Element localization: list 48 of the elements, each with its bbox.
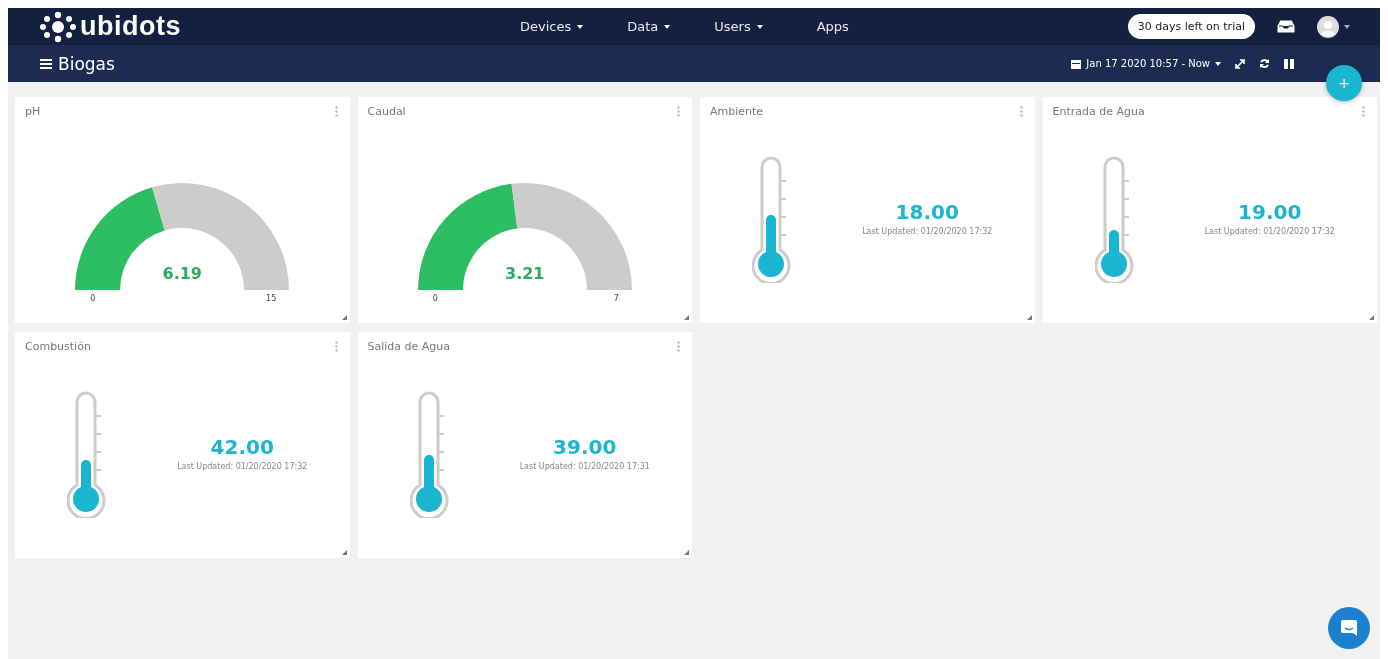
temperature-value: 18.00 — [895, 199, 959, 224]
resize-handle-icon[interactable] — [684, 550, 689, 555]
brand-name: ubidots — [80, 11, 181, 42]
inbox-icon[interactable] — [1277, 20, 1295, 33]
nav-menu-link[interactable]: Devices — [520, 19, 584, 34]
last-updated-text: Last Updated: 01/20/2020 17:32 — [862, 226, 993, 236]
menu-icon[interactable] — [40, 58, 52, 69]
resize-handle-icon[interactable] — [1026, 315, 1032, 320]
gauge-max-label: 15 — [266, 294, 277, 303]
caret-icon — [1215, 61, 1221, 66]
refresh-icon[interactable] — [1259, 58, 1270, 69]
caret-icon — [577, 24, 584, 29]
last-updated-text: Last Updated: 01/20/2020 17:31 — [519, 461, 650, 471]
widget-title: pH — [25, 105, 41, 118]
calendar-icon — [1071, 58, 1082, 69]
resize-handle-icon[interactable] — [341, 550, 347, 555]
widget-title: Entrada de Agua — [1052, 105, 1145, 118]
gauge-min-label: 0 — [90, 294, 96, 303]
widget-title: Salida de Agua — [367, 340, 451, 353]
gauge-max-label: 7 — [613, 294, 619, 303]
caret-icon — [664, 24, 671, 29]
dashboard-title: Biogas — [58, 53, 115, 74]
last-updated-text: Last Updated: 01/20/2020 17:32 — [1204, 226, 1335, 236]
nav-menu-link[interactable]: Data — [627, 19, 671, 34]
resize-handle-icon[interactable] — [684, 315, 689, 320]
pause-icon[interactable] — [1284, 58, 1294, 69]
last-updated-text: Last Updated: 01/20/2020 17:32 — [177, 461, 308, 471]
date-range-picker[interactable]: Jan 17 2020 10:57 - Now — [1071, 58, 1221, 69]
widget-title: Caudal — [367, 105, 406, 118]
trial-badge[interactable]: 30 days left on trial — [1127, 14, 1255, 39]
gauge-value: 3.21 — [505, 264, 545, 283]
resize-handle-icon[interactable] — [341, 315, 347, 320]
resize-handle-icon[interactable] — [1369, 315, 1374, 320]
nav-menu-link[interactable]: Users — [714, 19, 763, 34]
caret-icon[interactable] — [1344, 24, 1350, 29]
temperature-value: 19.00 — [1238, 199, 1302, 224]
logo-icon — [40, 10, 76, 43]
chat-icon — [1340, 619, 1358, 637]
nav-menu-link[interactable]: Apps — [816, 19, 849, 34]
gauge-min-label: 0 — [432, 294, 438, 303]
gauge-value: 6.19 — [162, 264, 202, 283]
widget-title: Combustión — [25, 340, 91, 353]
temperature-value: 39.00 — [553, 434, 617, 459]
widget-title: Ambiente — [710, 105, 764, 118]
expand-icon[interactable] — [1235, 58, 1245, 69]
temperature-value: 42.00 — [210, 434, 274, 459]
avatar-icon[interactable] — [1317, 15, 1339, 38]
caret-icon — [756, 24, 763, 29]
